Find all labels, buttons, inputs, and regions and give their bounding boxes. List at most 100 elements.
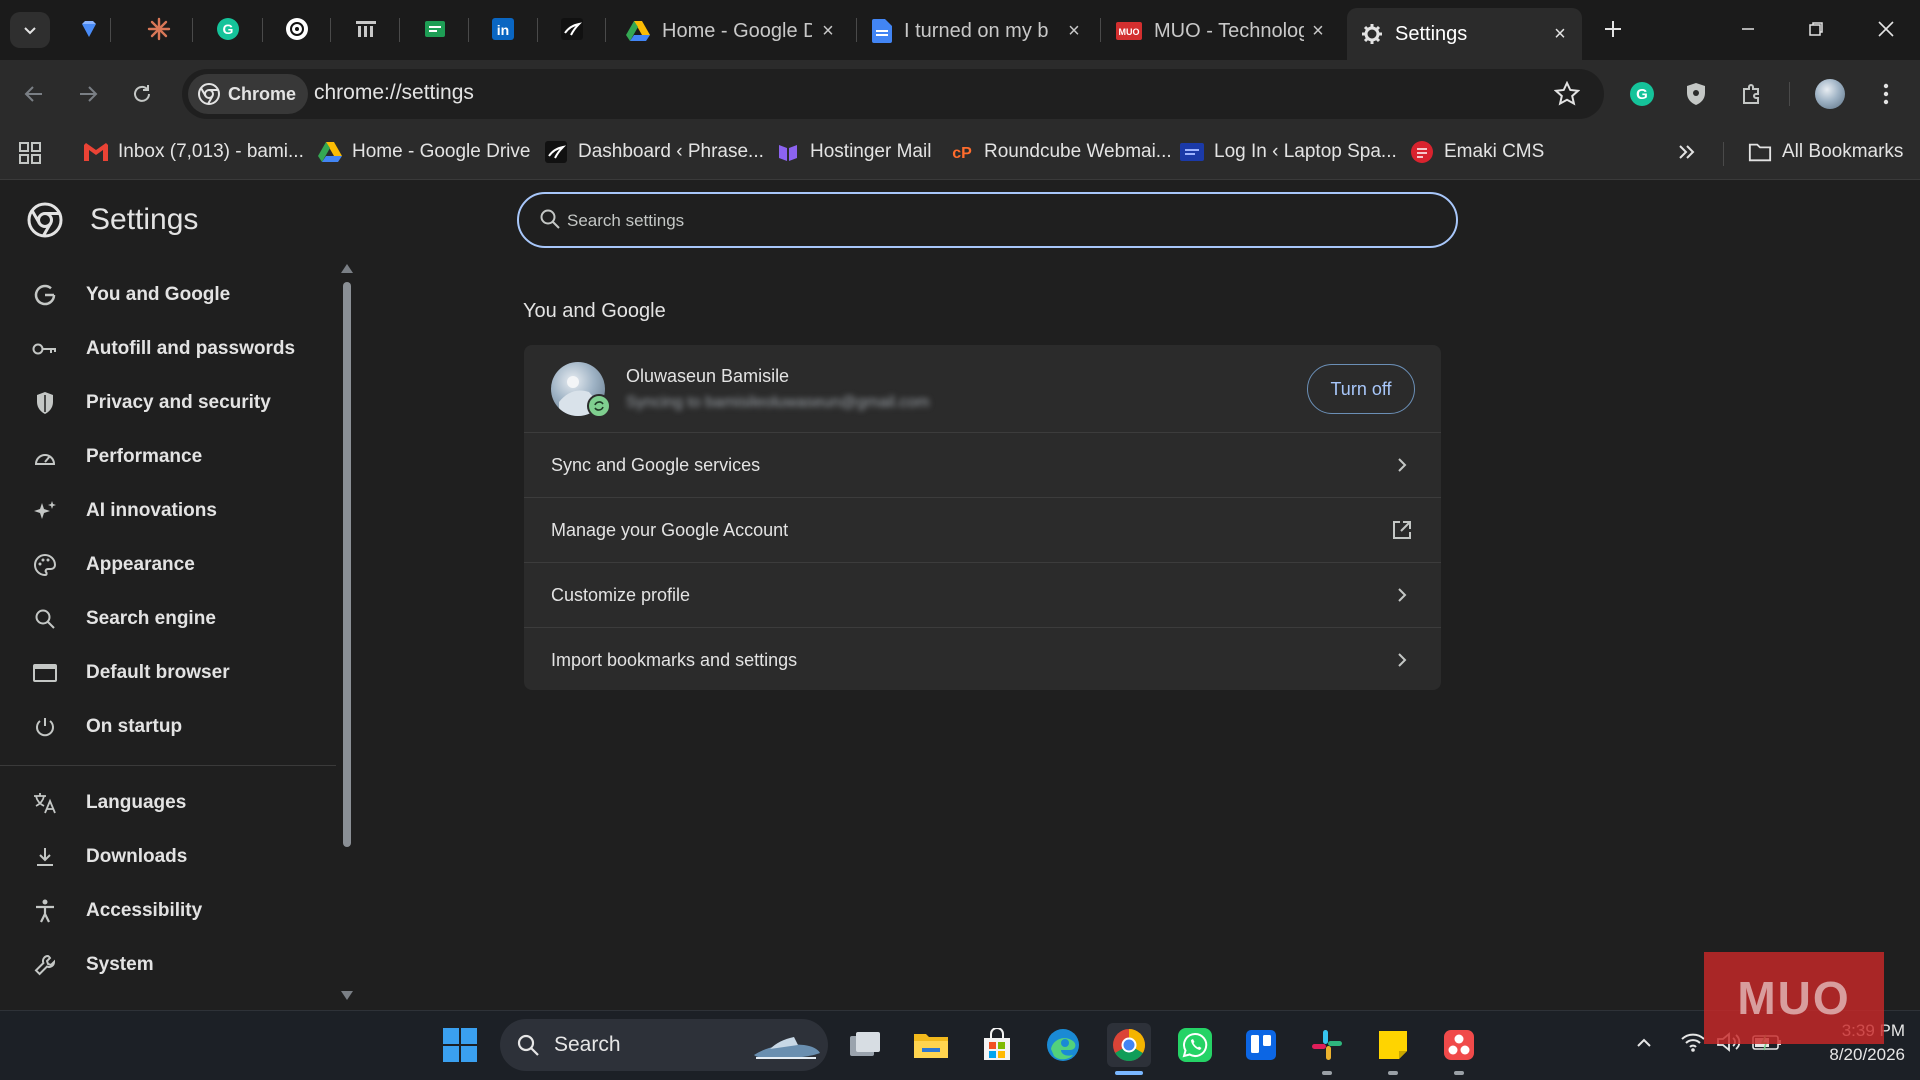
clock-date[interactable]: 8/20/2026 <box>1805 1045 1905 1065</box>
search-icon <box>539 208 561 230</box>
tab-muo[interactable]: MUO MUO - Technolog × <box>1102 10 1340 52</box>
tab-google-drive[interactable]: Home - Google D × <box>612 10 850 52</box>
sidebar-item-languages[interactable]: Languages <box>0 778 336 828</box>
sidebar-item-accessibility[interactable]: Accessibility <box>0 886 336 936</box>
sidebar-item-search-engine[interactable]: Search engine <box>0 594 336 644</box>
power-icon <box>32 714 58 740</box>
sticky-notes-button[interactable] <box>1371 1023 1415 1067</box>
row-import-bookmarks[interactable]: Import bookmarks and settings <box>524 628 1441 693</box>
search-icon <box>32 606 58 632</box>
whatsapp-button[interactable] <box>1173 1023 1217 1067</box>
start-button[interactable] <box>438 1023 482 1067</box>
pinned-tab-columns[interactable] <box>351 14 381 44</box>
bookmark-item[interactable]: Dashboard ‹ Phrase... <box>544 140 764 164</box>
row-sync-services[interactable]: Sync and Google services <box>524 433 1441 498</box>
tab-search-button[interactable] <box>10 12 50 48</box>
taskbar-search[interactable]: Search <box>500 1019 828 1071</box>
pinned-tab-chatgpt[interactable] <box>282 14 312 44</box>
sidebar-item-autofill[interactable]: Autofill and passwords <box>0 324 336 374</box>
sidebar-item-appearance[interactable]: Appearance <box>0 540 336 590</box>
chatgpt-icon <box>285 17 309 41</box>
sidebar-item-system[interactable]: System <box>0 940 336 990</box>
forward-button[interactable] <box>68 74 108 114</box>
sidebar-item-privacy[interactable]: Privacy and security <box>0 378 336 428</box>
bookmark-item[interactable]: Inbox (7,013) - bami... <box>84 140 304 164</box>
search-settings-input[interactable]: Search settings <box>517 192 1458 248</box>
task-view-button[interactable] <box>843 1023 887 1067</box>
shield-icon <box>1685 82 1707 106</box>
minimize-button[interactable] <box>1730 14 1766 44</box>
row-customize-profile[interactable]: Customize profile <box>524 563 1441 628</box>
extensions-button[interactable] <box>1732 74 1772 114</box>
sidebar-item-on-startup[interactable]: On startup <box>0 702 336 752</box>
reload-button[interactable] <box>122 74 162 114</box>
sidebar-scrollbar[interactable] <box>340 262 354 1002</box>
sidebar-item-label: Performance <box>86 446 203 467</box>
close-icon[interactable]: × <box>1550 24 1570 44</box>
close-window-button[interactable] <box>1868 14 1904 44</box>
close-icon[interactable]: × <box>1064 21 1084 41</box>
sidebar-item-you-and-google[interactable]: You and Google <box>0 270 336 320</box>
tab-google-docs[interactable]: I turned on my b × <box>858 10 1096 52</box>
muo-watermark-logo: MUO <box>1704 952 1884 1044</box>
close-icon[interactable]: × <box>818 21 838 41</box>
menu-button[interactable] <box>1866 74 1906 114</box>
bookmark-item[interactable]: Home - Google Drive <box>318 140 530 164</box>
url-text[interactable]: chrome://settings <box>314 81 474 105</box>
turn-off-sync-button[interactable]: Turn off <box>1307 364 1415 414</box>
sidebar-item-downloads[interactable]: Downloads <box>0 832 336 882</box>
plus-icon <box>1603 19 1623 39</box>
bookmark-item[interactable]: Emaki CMS <box>1410 140 1544 164</box>
sidebar-item-performance[interactable]: Performance <box>0 432 336 482</box>
sidebar-item-default-browser[interactable]: Default browser <box>0 648 336 698</box>
tab-settings[interactable]: Settings × <box>1347 8 1582 60</box>
more-bookmarks-button[interactable] <box>1676 142 1696 162</box>
back-button[interactable] <box>14 74 54 114</box>
google-drive-icon <box>626 20 650 42</box>
new-tab-button[interactable] <box>1598 14 1628 44</box>
slack-button[interactable] <box>1305 1023 1349 1067</box>
bookmark-label: Log In ‹ Laptop Spa... <box>1214 141 1397 162</box>
trello-button[interactable] <box>1239 1023 1283 1067</box>
restore-button[interactable] <box>1798 14 1834 44</box>
app-button[interactable] <box>1437 1023 1481 1067</box>
file-explorer-button[interactable] <box>909 1023 953 1067</box>
wifi-icon[interactable] <box>1680 1031 1706 1053</box>
more-vert-icon <box>1883 83 1889 105</box>
grammarly-extension-button[interactable]: G <box>1622 74 1662 114</box>
pinned-tab-gemini[interactable] <box>74 14 104 44</box>
site-info-chip[interactable]: Chrome <box>188 74 309 114</box>
bookmark-star-button[interactable] <box>1554 81 1580 107</box>
chrome-button[interactable] <box>1107 1023 1151 1067</box>
bookmark-label: Roundcube Webmai... <box>984 141 1172 162</box>
row-manage-account[interactable]: Manage your Google Account <box>524 498 1441 563</box>
tray-overflow-button[interactable] <box>1634 1033 1654 1053</box>
microsoft-store-button[interactable] <box>975 1023 1019 1067</box>
bookmark-item[interactable]: cP Roundcube Webmai... <box>950 140 1172 164</box>
svg-text:MUO: MUO <box>1119 27 1140 37</box>
pinned-tab-linkedin[interactable]: in <box>488 14 518 44</box>
bookmark-label: Hostinger Mail <box>810 141 932 162</box>
apps-button[interactable] <box>18 141 42 165</box>
bookmark-item[interactable]: Hostinger Mail <box>776 140 931 164</box>
edge-button[interactable] <box>1041 1023 1085 1067</box>
shield-extension-button[interactable] <box>1676 74 1716 114</box>
all-bookmarks-button[interactable]: All Bookmarks <box>1748 140 1903 164</box>
bookmark-item[interactable]: Log In ‹ Laptop Spa... <box>1180 140 1397 164</box>
chip-label: Chrome <box>228 83 297 104</box>
pinned-tab-grammarly[interactable]: G <box>213 14 243 44</box>
pinned-tab-sheets[interactable] <box>420 14 450 44</box>
address-bar[interactable]: Chrome chrome://settings <box>182 69 1604 119</box>
sticky-note-icon <box>1377 1029 1409 1061</box>
profile-button[interactable] <box>1810 74 1850 114</box>
account-email-blurred: Syncing to bamisileoluwaseun@gmail.com <box>626 394 930 411</box>
pinned-tab-claude[interactable] <box>144 14 174 44</box>
bookmark-label: Dashboard ‹ Phrase... <box>578 141 764 162</box>
close-icon[interactable]: × <box>1308 21 1328 41</box>
download-icon <box>32 844 58 870</box>
pinned-tab-site[interactable] <box>557 14 587 44</box>
sidebar-item-ai-innovations[interactable]: AI innovations <box>0 486 336 536</box>
chevron-right-icon <box>1391 649 1413 671</box>
sheets-icon <box>423 17 447 41</box>
svg-text:cP: cP <box>952 145 972 162</box>
